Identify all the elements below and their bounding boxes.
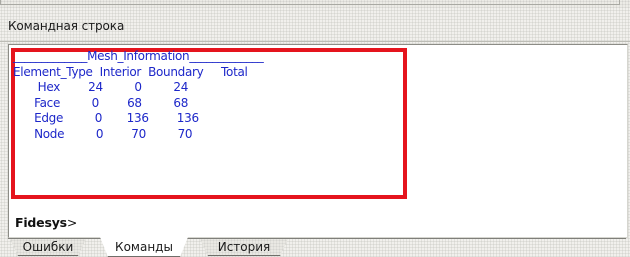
prompt-symbol: >	[66, 215, 78, 230]
prompt-label: Fidesys	[15, 215, 67, 230]
window-frame-edge	[0, 0, 620, 5]
tab-bar: Ошибки Команды История	[0, 237, 630, 257]
output-line: Element_Type Interior Boundary Total	[13, 64, 248, 79]
output-line: Edge 0 136 136	[13, 111, 199, 126]
tab-label: Ошибки	[22, 240, 74, 254]
panel-title: Командная строка	[8, 19, 125, 33]
tab-errors[interactable]: Ошибки	[10, 239, 86, 256]
tab-label: История	[217, 240, 271, 254]
command-console[interactable]: _____________Mesh_Information___________…	[8, 44, 628, 238]
command-prompt[interactable]: Fidesys>	[15, 215, 77, 230]
console-output: _____________Mesh_Information___________…	[13, 49, 264, 143]
output-line: _____________Mesh_Information___________…	[13, 49, 264, 63]
output-line: Node 0 70 70	[13, 126, 193, 141]
tab-history[interactable]: История	[200, 239, 288, 256]
tab-label: Команды	[115, 240, 173, 254]
output-line: Hex 24 0 24	[13, 80, 189, 95]
title-separator	[0, 41, 630, 42]
output-line: Face 0 68 68	[13, 95, 189, 110]
tab-commands[interactable]: Команды	[100, 237, 188, 257]
window-top-edge	[0, 0, 630, 8]
